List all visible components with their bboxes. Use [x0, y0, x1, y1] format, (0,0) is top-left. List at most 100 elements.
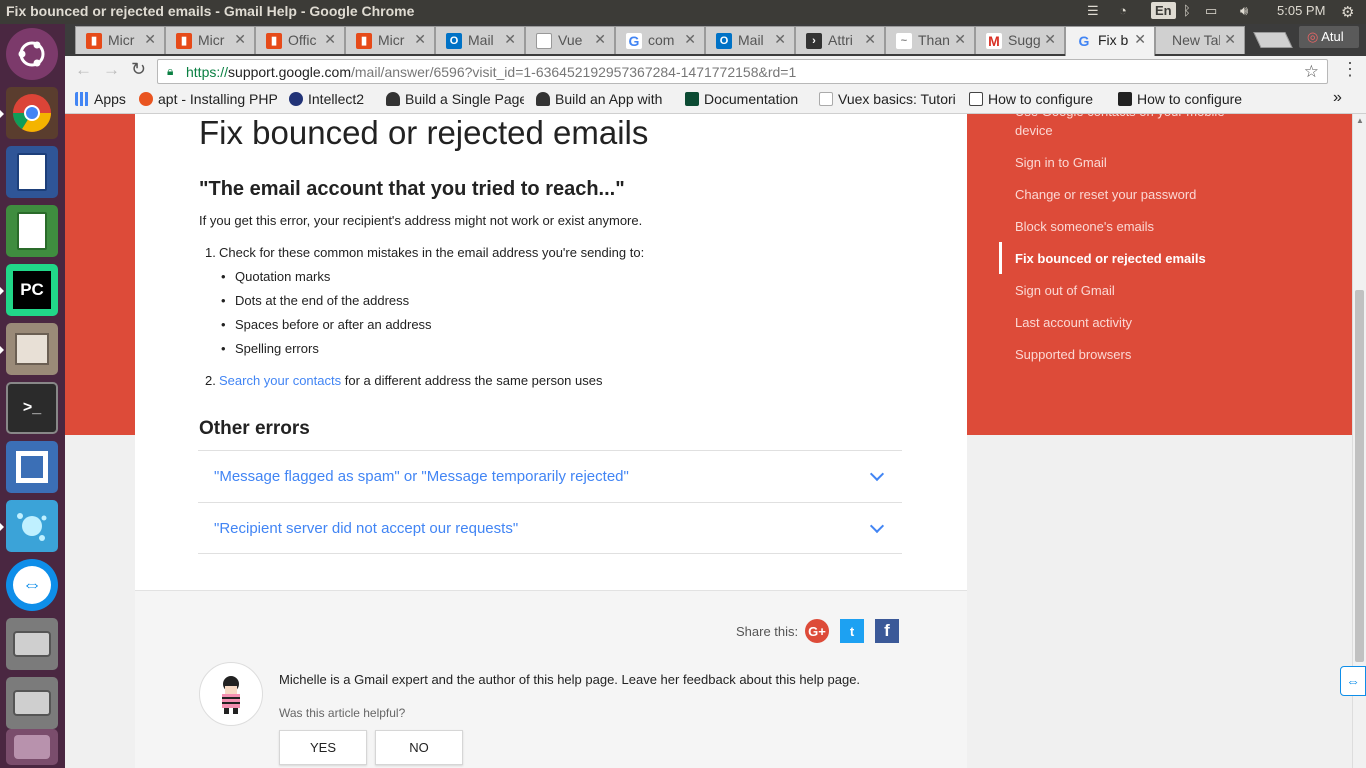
ubuntu-dash-icon[interactable]: [6, 28, 58, 80]
sidenav-item[interactable]: Last account activity: [1015, 315, 1132, 330]
sidenav-item-current[interactable]: Fix bounced or rejected emails: [1015, 251, 1206, 266]
reload-icon[interactable]: ↻: [131, 59, 146, 80]
bookmark-item[interactable]: Build a Single Page: [386, 91, 524, 107]
splash-app-icon[interactable]: [0, 500, 58, 552]
tab[interactable]: M Sugg ✕: [975, 26, 1065, 54]
step-number: 1.: [205, 245, 216, 260]
close-icon[interactable]: ✕: [324, 31, 336, 48]
close-icon[interactable]: ✕: [1134, 31, 1146, 48]
launcher: PC >_ ⇔: [0, 24, 65, 768]
outlook-icon: O: [716, 33, 732, 49]
sidenav-item-partial[interactable]: Use Google contacts on your mobile: [1015, 114, 1225, 119]
tab[interactable]: ▮ Offic ✕: [255, 26, 345, 54]
new-tab-button[interactable]: [1253, 32, 1293, 48]
files-app-icon[interactable]: [0, 323, 58, 375]
scrollbar-thumb[interactable]: [1355, 290, 1364, 662]
volume-icon[interactable]: 🔊︎: [1240, 3, 1248, 19]
close-icon[interactable]: ✕: [1224, 31, 1236, 48]
close-icon[interactable]: ✕: [864, 31, 876, 48]
tab-active[interactable]: G Fix b ✕: [1065, 26, 1155, 56]
window-title: Fix bounced or rejected emails - Gmail H…: [6, 3, 415, 19]
keyboard-lang-indicator[interactable]: En: [1151, 2, 1176, 19]
wave-icon: ~: [896, 33, 912, 49]
drive-app-icon[interactable]: [6, 618, 58, 670]
sidenav-item-partial[interactable]: device: [1015, 123, 1053, 138]
tux-icon: [536, 92, 550, 106]
tab[interactable]: O Mail ✕: [435, 26, 525, 54]
tab[interactable]: New Tab✕: [1155, 26, 1245, 54]
tab[interactable]: ▮ Micr ✕: [345, 26, 435, 54]
close-icon[interactable]: ✕: [414, 31, 426, 48]
menu-dots-icon[interactable]: ⋮: [1341, 59, 1359, 80]
menu-lines-icon[interactable]: ☰: [1087, 3, 1099, 19]
teamviewer-app-icon[interactable]: ⇔: [6, 559, 58, 611]
sidenav-item[interactable]: Change or reset your password: [1015, 187, 1196, 202]
close-icon[interactable]: ✕: [504, 31, 516, 48]
close-icon[interactable]: ✕: [144, 31, 156, 48]
bookmark-item[interactable]: apt - Installing PHP: [139, 91, 277, 107]
search-contacts-link[interactable]: Search your contacts: [219, 373, 341, 388]
accordion-item[interactable]: "Message flagged as spam" or "Message te…: [198, 450, 902, 502]
tab[interactable]: ▮ Micr ✕: [165, 26, 255, 54]
accordion-item[interactable]: "Recipient server did not accept our req…: [198, 502, 902, 554]
battery-icon[interactable]: ▭: [1205, 3, 1217, 19]
close-icon[interactable]: ✕: [234, 31, 246, 48]
close-icon[interactable]: ✕: [594, 31, 606, 48]
bookmark-item[interactable]: How to configure: [1118, 91, 1252, 107]
twitter-icon[interactable]: t: [840, 619, 864, 643]
close-icon[interactable]: ✕: [774, 31, 786, 48]
tab[interactable]: Vue ✕: [525, 26, 615, 54]
clock[interactable]: 5:05 PM: [1277, 3, 1325, 18]
sidenav-item[interactable]: Supported browsers: [1015, 347, 1131, 362]
close-icon[interactable]: ✕: [684, 31, 696, 48]
sidenav-item[interactable]: Block someone's emails: [1015, 219, 1154, 234]
sidenav-current-marker: [999, 242, 1002, 274]
address-bar[interactable]: 🔒︎ https://support.google.com/mail/answe…: [157, 59, 1328, 84]
tab-strip: ▮ Micr ✕ ▮ Micr ✕ ▮ Offic ✕ ▮ Micr ✕ O Mail ✕ Vue ✕…: [65, 24, 1366, 56]
bookmark-apps[interactable]: Apps: [75, 91, 126, 107]
drive-app-icon[interactable]: [6, 677, 58, 729]
step-2-text: Search your contacts for a different add…: [219, 373, 603, 388]
no-button[interactable]: NO: [375, 730, 463, 765]
back-arrow-icon[interactable]: ←: [75, 60, 92, 80]
bookmark-item[interactable]: Vuex basics: Tutori: [819, 91, 957, 107]
pycharm-app-icon[interactable]: PC: [0, 264, 58, 316]
close-icon[interactable]: ✕: [1044, 31, 1056, 48]
writer-app-icon[interactable]: [6, 146, 58, 198]
forward-arrow-icon[interactable]: →: [103, 60, 120, 80]
google-icon: G: [1076, 33, 1092, 49]
facebook-icon[interactable]: f: [875, 619, 899, 643]
tab[interactable]: Gcom ✕: [615, 26, 705, 54]
calc-app-icon[interactable]: [6, 205, 58, 257]
bookmark-item[interactable]: Intellect2: [289, 91, 364, 107]
bookmark-item[interactable]: Build an App with: [536, 91, 674, 107]
step-number: 2.: [205, 373, 216, 388]
profile-chip[interactable]: ◎ Atul: [1299, 26, 1359, 48]
tab[interactable]: ▮ Micr ✕: [75, 26, 165, 54]
scroll-up-icon[interactable]: ▲: [1356, 116, 1364, 125]
settings-gear-icon[interactable]: ⚙: [1341, 3, 1354, 21]
sidenav-item[interactable]: Sign out of Gmail: [1015, 283, 1115, 298]
bookmarks-overflow-icon[interactable]: »: [1333, 89, 1342, 107]
brackets-app-icon[interactable]: [6, 441, 58, 493]
tab[interactable]: ~ Than ✕: [885, 26, 975, 54]
other-errors-title: Other errors: [199, 418, 310, 439]
askubuntu-icon: [139, 92, 153, 106]
terminal-app-icon[interactable]: >_: [6, 382, 58, 434]
bluetooth-icon[interactable]: ᛒ: [1183, 3, 1191, 18]
tab[interactable]: › Attri ✕: [795, 26, 885, 54]
bookmark-item[interactable]: How to configure: [969, 91, 1104, 107]
google-plus-icon[interactable]: G+: [805, 619, 829, 643]
sidenav-item[interactable]: Sign in to Gmail: [1015, 155, 1107, 170]
bookmark-item[interactable]: Documentation: [685, 91, 798, 107]
chrome-app-icon[interactable]: [0, 87, 58, 139]
star-icon[interactable]: ☆: [1304, 62, 1319, 82]
teamviewer-side-tab[interactable]: ⇔: [1340, 666, 1366, 696]
wifi-icon[interactable]: ◔: [1119, 3, 1127, 18]
chevron-down-icon: [869, 518, 885, 534]
bookmarks-bar: Apps apt - Installing PHP Intellect2 Bui…: [65, 86, 1366, 114]
close-icon[interactable]: ✕: [954, 31, 966, 48]
yes-button[interactable]: YES: [279, 730, 367, 765]
trash-app-icon[interactable]: [6, 729, 58, 765]
tab[interactable]: O Mail ✕: [705, 26, 795, 54]
